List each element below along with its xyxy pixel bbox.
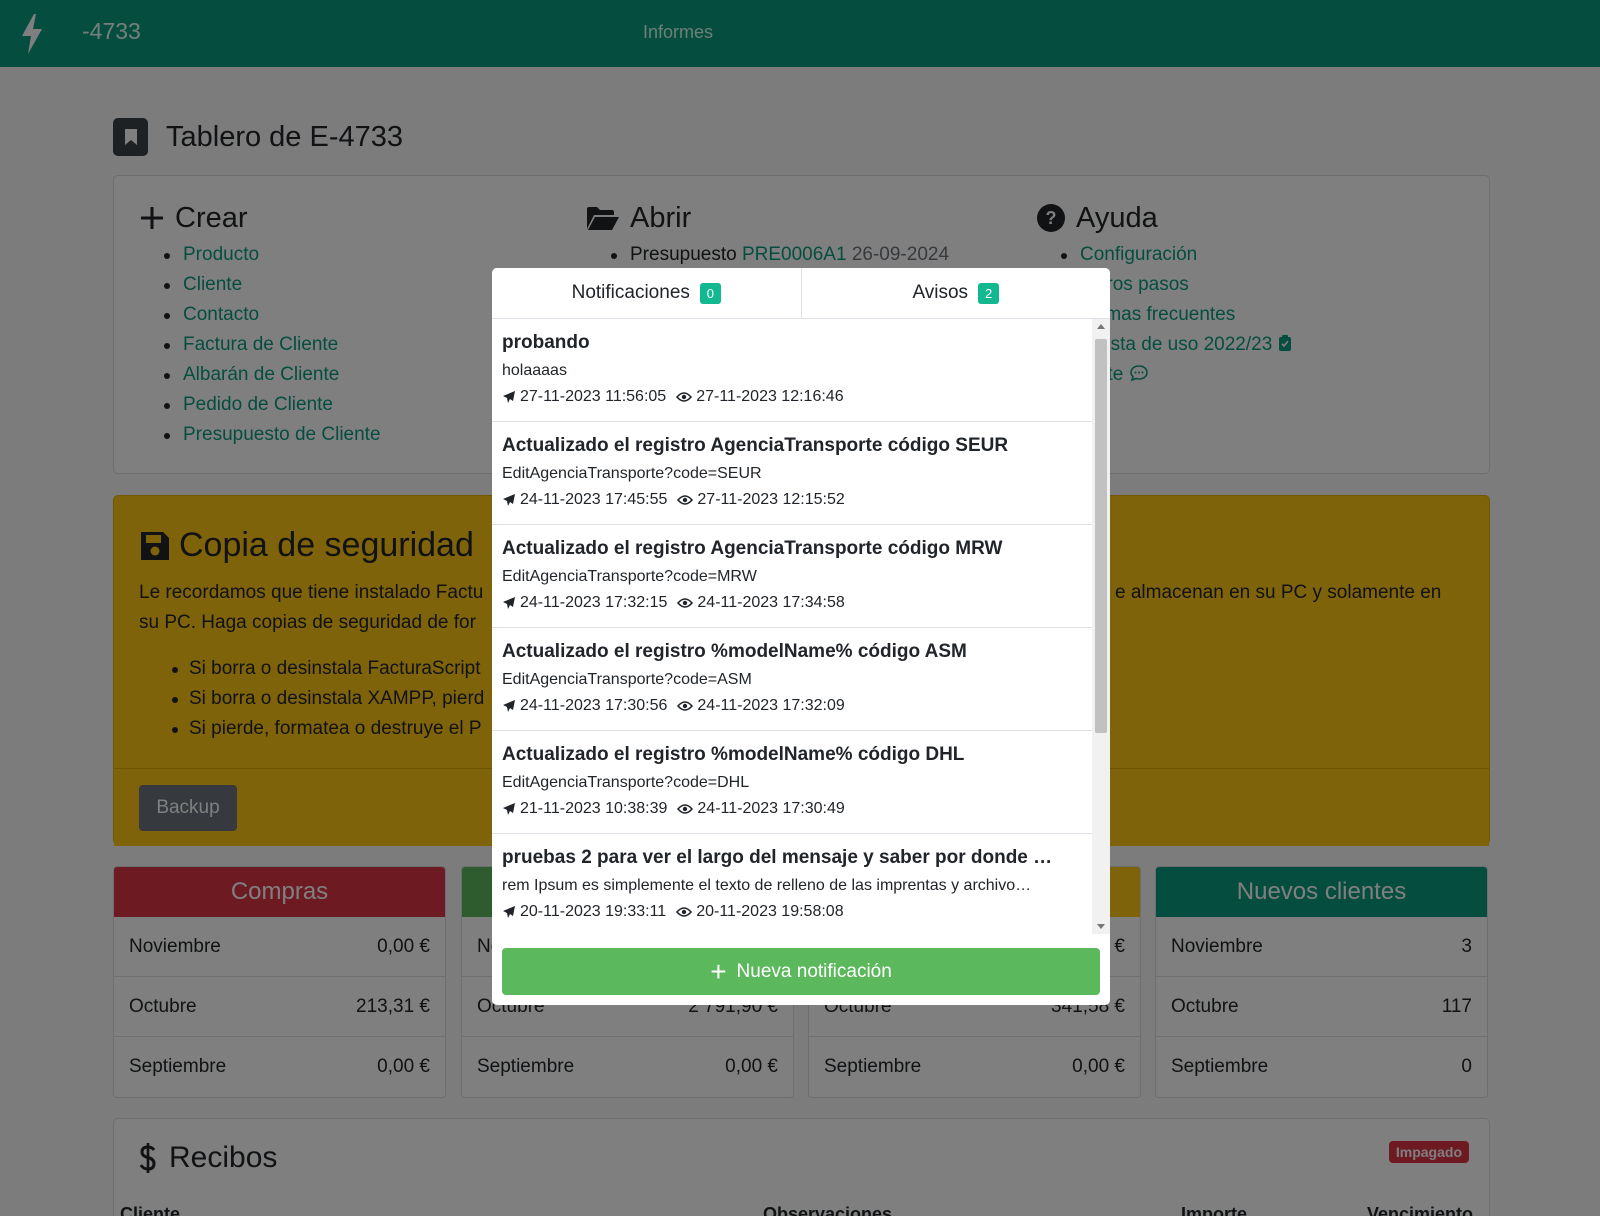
notification-body: EditAgenciaTransporte?code=MRW: [502, 568, 757, 585]
plus-icon: +: [710, 955, 727, 987]
count-badge: 2: [978, 282, 1000, 304]
list-item[interactable]: Actualizado el registro AgenciaTransport…: [492, 422, 1092, 525]
notification-body: EditAgenciaTransporte?code=SEUR: [502, 465, 762, 482]
notification-meta: 24-11-2023 17:30:56 24-11-2023 17:32:09: [502, 696, 1082, 716]
paper-plane-icon: [503, 906, 515, 918]
list-item[interactable]: Actualizado el registro %modelName% códi…: [492, 731, 1092, 834]
scroll-up-arrow-icon[interactable]: [1097, 324, 1105, 329]
tab-avisos[interactable]: Avisos 2: [800, 268, 1110, 318]
notification-body: rem Ipsum es simplemente el texto de rel…: [502, 877, 1032, 894]
notification-tabs: Notificaciones 0 Avisos 2: [492, 268, 1110, 319]
notifications-modal: Notificaciones 0 Avisos 2 probando holaa…: [492, 268, 1110, 1005]
notification-title: pruebas 2 para ver el largo del mensaje …: [502, 847, 1053, 868]
count-badge: 0: [699, 282, 721, 304]
list-item[interactable]: Actualizado el registro AgenciaTransport…: [492, 525, 1092, 628]
notification-meta: 27-11-2023 11:56:05 27-11-2023 12:16:46: [502, 387, 1082, 407]
eye-icon: [676, 392, 693, 402]
eye-icon: [677, 804, 694, 814]
list-item[interactable]: pruebas 2 para ver el largo del mensaje …: [492, 834, 1092, 934]
notification-meta: 20-11-2023 19:33:11 20-11-2023 19:58:08: [502, 902, 1082, 922]
notification-body: EditAgenciaTransporte?code=DHL: [502, 774, 750, 791]
eye-icon: [677, 495, 694, 505]
notification-list[interactable]: probando holaaaas 27-11-2023 11:56:05 27…: [492, 319, 1092, 934]
notification-body: EditAgenciaTransporte?code=ASM: [502, 671, 752, 688]
paper-plane-icon: [503, 700, 515, 712]
scroll-down-arrow-icon[interactable]: [1097, 924, 1105, 929]
tab-notificaciones[interactable]: Notificaciones 0: [492, 268, 801, 318]
paper-plane-icon: [503, 803, 515, 815]
notification-meta: 21-11-2023 10:38:39 24-11-2023 17:30:49: [502, 799, 1082, 819]
paper-plane-icon: [503, 494, 515, 506]
eye-icon: [676, 907, 693, 917]
paper-plane-icon: [503, 597, 515, 609]
notification-title: Actualizado el registro %modelName% códi…: [502, 641, 967, 662]
new-notification-button[interactable]: + Nueva notificación: [502, 948, 1100, 995]
notification-title: Actualizado el registro AgenciaTransport…: [502, 538, 1003, 559]
paper-plane-icon: [503, 391, 515, 403]
notification-meta: 24-11-2023 17:32:15 24-11-2023 17:34:58: [502, 593, 1082, 613]
notification-body: holaaaas: [502, 362, 567, 379]
scrollbar-thumb[interactable]: [1095, 339, 1107, 733]
list-item[interactable]: Actualizado el registro %modelName% códi…: [492, 628, 1092, 731]
eye-icon: [677, 701, 694, 711]
eye-icon: [677, 598, 694, 608]
notification-title: Actualizado el registro %modelName% códi…: [502, 744, 965, 765]
notification-meta: 24-11-2023 17:45:55 27-11-2023 12:15:52: [502, 490, 1082, 510]
notification-title: Actualizado el registro AgenciaTransport…: [502, 435, 1009, 456]
notification-list-scrollbar[interactable]: [1092, 319, 1110, 934]
notification-title: probando: [502, 332, 590, 353]
list-item[interactable]: probando holaaaas 27-11-2023 11:56:05 27…: [492, 319, 1092, 422]
